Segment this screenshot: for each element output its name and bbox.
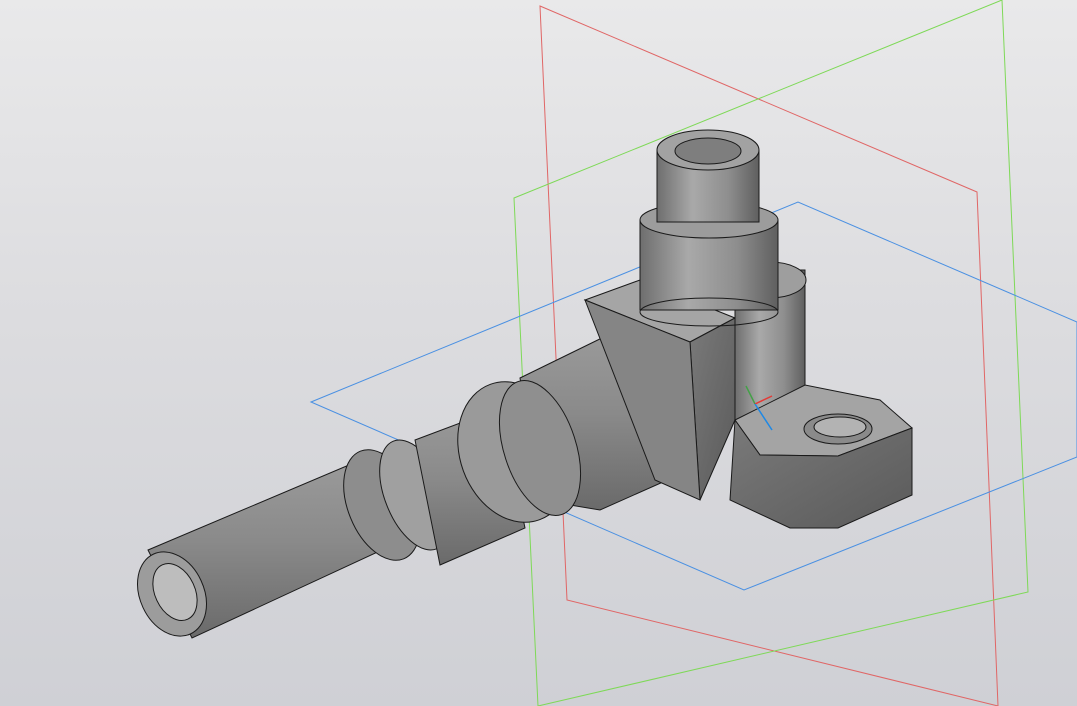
top-tube-bore	[674, 137, 742, 165]
scene-canvas[interactable]	[0, 0, 1077, 706]
flange-hole-inner	[813, 416, 867, 438]
3d-viewport[interactable]	[0, 0, 1077, 706]
